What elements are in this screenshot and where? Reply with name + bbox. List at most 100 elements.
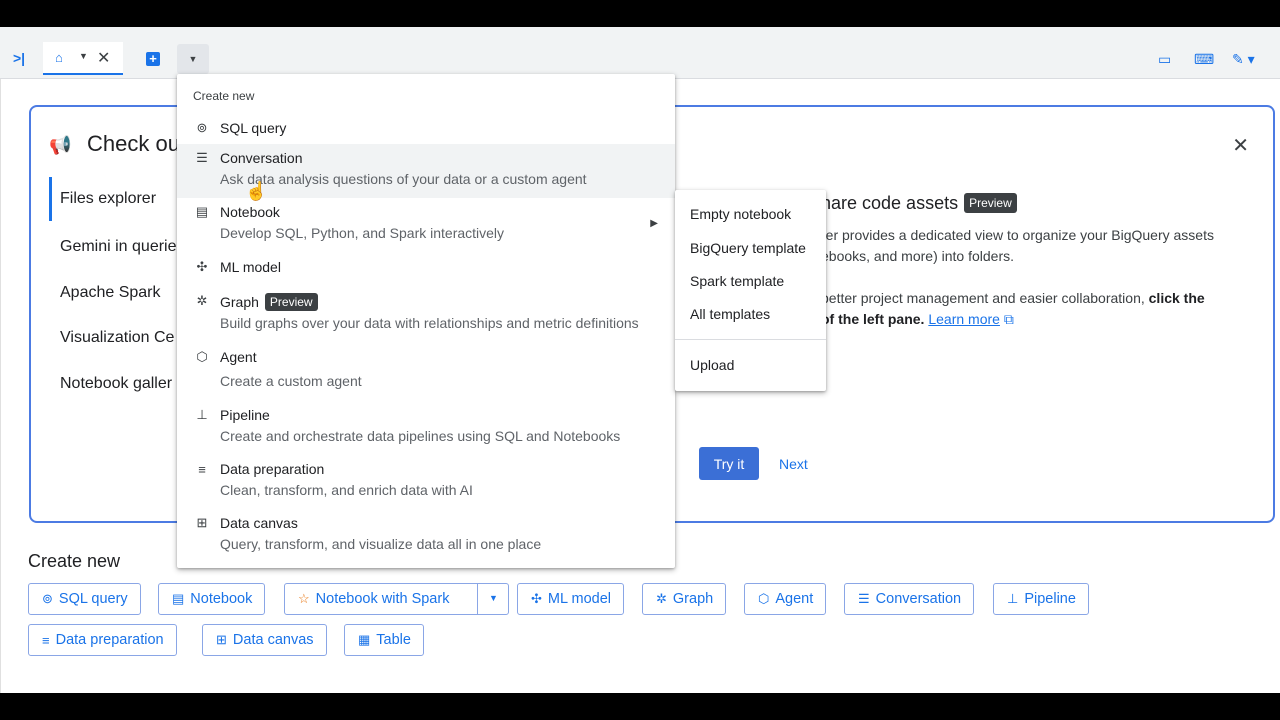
menu-item-ml-model[interactable]: ✣ ML model (177, 252, 675, 286)
feature-text-line: of the left pane. Learn more ⧉ (821, 311, 1014, 328)
menu-item-label-text: Graph (220, 294, 259, 310)
chevron-right-icon: ▶ (650, 218, 658, 229)
home-icon: ⌂ (55, 50, 63, 65)
feature-apache-spark[interactable]: Apache Spark (49, 284, 161, 302)
submenu-bigquery-template[interactable]: BigQuery template (690, 240, 806, 256)
chip-label: Agent (775, 591, 814, 607)
menu-item-data-preparation[interactable]: ≡ Data preparation Clean, transform, and… (177, 454, 675, 508)
card-title: Check ou (87, 131, 180, 156)
pointer-cursor-icon: ☝ (245, 181, 268, 201)
submenu-empty-notebook[interactable]: Empty notebook (690, 206, 791, 222)
add-icon[interactable]: + (146, 52, 160, 66)
chip-label: Notebook (190, 591, 253, 607)
try-it-button[interactable]: Try it (699, 447, 759, 480)
chip-label: Data canvas (232, 632, 314, 648)
create-pipeline-button[interactable]: ⊥ Pipeline (993, 583, 1089, 615)
keyboard-icon[interactable]: ⌨ (1194, 51, 1214, 68)
next-button[interactable]: Next (779, 456, 808, 472)
ml-icon: ✣ (531, 591, 542, 606)
create-data-preparation-button[interactable]: ≡ Data preparation (28, 624, 177, 656)
create-agent-button[interactable]: ⬡ Agent (744, 583, 827, 615)
canvas-icon: ⊞ (216, 632, 227, 647)
create-graph-button[interactable]: ✲ Graph (642, 583, 727, 615)
ml-icon: ✣ (196, 259, 208, 274)
submenu-upload[interactable]: Upload (690, 357, 734, 373)
agent-icon: ⬡ (196, 349, 208, 364)
create-sql-query-button[interactable]: ⊚ SQL query (28, 583, 141, 615)
feature-files-explorer[interactable]: Files explorer (49, 177, 156, 221)
notebook-icon: ▤ (172, 591, 185, 606)
chip-label: Table (376, 632, 411, 648)
menu-item-data-canvas[interactable]: ⊞ Data canvas Query, transform, and visu… (177, 508, 675, 564)
feature-gemini[interactable]: Gemini in querie (49, 238, 177, 256)
left-divider (0, 79, 1, 693)
more-tabs-button[interactable]: ▼ (177, 44, 209, 74)
submenu-all-templates[interactable]: All templates (690, 306, 770, 322)
pipeline-icon: ⊥ (196, 407, 208, 422)
canvas-icon: ⊞ (196, 515, 208, 530)
monitor-icon[interactable]: ▭ (1158, 51, 1171, 68)
feature-text-line: ebooks, and more) into folders. (821, 248, 1014, 264)
close-icon[interactable]: ✕ (1232, 133, 1249, 158)
menu-item-label: Pipeline (220, 407, 270, 423)
app-screen: >| ⌂ ▼ ✕ + ▼ ▭ ⌨ ✎ ▾ 📢 Check ou ✕ Files … (0, 27, 1280, 693)
submenu-spark-template[interactable]: Spark template (690, 273, 784, 289)
chip-label: Data preparation (55, 632, 164, 648)
menu-item-sql-query[interactable]: ⊚ SQL query (177, 112, 675, 144)
menu-item-graph[interactable]: ✲ Graph Preview Build graphs over your da… (177, 286, 675, 342)
create-ml-model-button[interactable]: ✣ ML model (517, 583, 625, 615)
menu-item-label: ML model (220, 259, 281, 275)
edit-icon[interactable]: ✎ ▾ (1232, 51, 1255, 68)
external-link-icon: ⧉ (999, 311, 1014, 327)
menu-item-description: Query, transform, and visualize data all… (220, 536, 542, 552)
feature-title: hare code assets Preview (821, 193, 1017, 214)
menu-item-label: Notebook (220, 204, 280, 220)
feature-notebook-gallery[interactable]: Notebook galler (49, 375, 172, 393)
menu-item-label: Graph Preview (220, 293, 318, 311)
tab-bar: >| ⌂ ▼ ✕ + ▼ ▭ ⌨ ✎ ▾ (0, 27, 1280, 79)
create-data-canvas-button[interactable]: ⊞ Data canvas (202, 624, 327, 656)
data-prep-icon: ≡ (198, 461, 206, 477)
preview-badge: Preview (964, 193, 1017, 213)
chevron-down-icon: ▼ (188, 54, 198, 64)
feature-text-line: better project management and easier col… (821, 290, 1205, 306)
close-icon[interactable]: ✕ (97, 48, 110, 68)
feature-visualization[interactable]: Visualization Ce (49, 329, 174, 347)
collapse-icon[interactable]: >| (6, 47, 32, 69)
menu-item-label: Agent (220, 349, 257, 365)
chevron-down-icon[interactable]: ▼ (79, 51, 88, 61)
notebook-icon: ▤ (195, 204, 209, 219)
graph-icon: ✲ (196, 293, 208, 308)
create-table-button[interactable]: ▦ Table (344, 624, 424, 656)
menu-item-description: Create a custom agent (220, 373, 362, 389)
feature-text-bold: click the (1148, 290, 1205, 306)
menu-item-description: Ask data analysis questions of your data… (220, 171, 587, 187)
chip-label: Graph (672, 591, 714, 607)
menu-item-agent[interactable]: ⬡ Agent Create a custom agent (177, 342, 675, 398)
menu-item-label: Conversation (220, 150, 303, 166)
notebook-submenu: Empty notebook BigQuery template Spark t… (675, 190, 826, 391)
create-notebook-spark-button[interactable]: ☆ Notebook with Spark ▼ (284, 583, 509, 615)
conversation-icon: ☰ (858, 591, 870, 606)
menu-item-description: Create and orchestrate data pipelines us… (220, 428, 621, 444)
table-icon: ▦ (358, 632, 371, 647)
chip-divider (477, 584, 478, 614)
chip-label: SQL query (58, 591, 128, 607)
menu-item-description: Develop SQL, Python, and Spark interacti… (220, 225, 505, 241)
menu-item-notebook[interactable]: ▤ Notebook Develop SQL, Python, and Spar… (177, 198, 675, 252)
chip-label: Notebook with Spark (315, 591, 450, 607)
create-notebook-button[interactable]: ▤ Notebook (158, 583, 266, 615)
feature-title-text: hare code assets (821, 193, 959, 213)
menu-item-label: SQL query (220, 120, 287, 136)
agent-icon: ⬡ (758, 591, 770, 606)
feature-text-line: rer provides a dedicated view to organiz… (821, 227, 1214, 243)
learn-more-link[interactable]: Learn more (928, 311, 1000, 327)
create-conversation-button[interactable]: ☰ Conversation (844, 583, 975, 615)
chevron-down-icon[interactable]: ▼ (489, 593, 498, 603)
tab-home[interactable]: ⌂ ▼ ✕ (43, 42, 123, 75)
sql-icon: ⊚ (196, 120, 208, 135)
chip-label: Pipeline (1024, 591, 1076, 607)
menu-item-pipeline[interactable]: ⊥ Pipeline Create and orchestrate data p… (177, 398, 675, 454)
pipeline-icon: ⊥ (1007, 591, 1019, 606)
preview-badge: Preview (264, 293, 318, 311)
